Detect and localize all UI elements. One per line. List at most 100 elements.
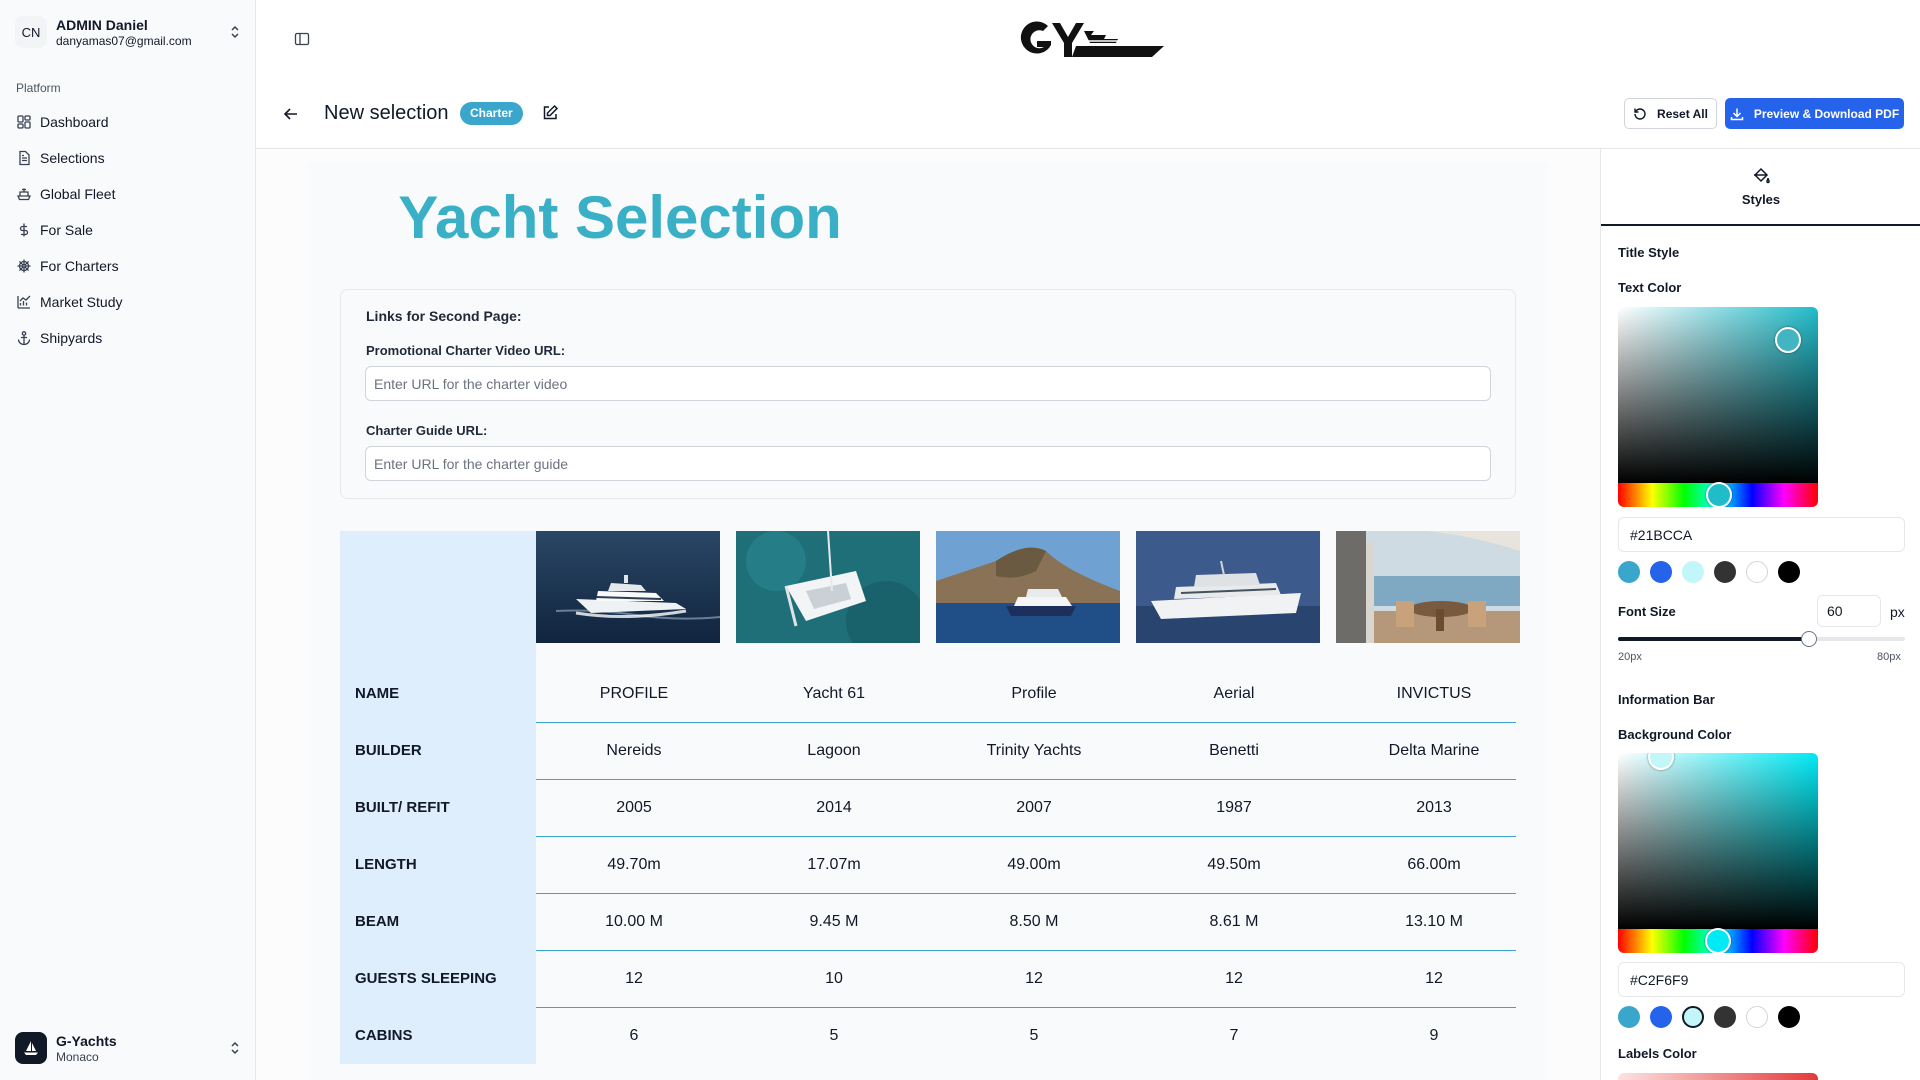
table-cell: 8.61 M <box>1209 913 1259 930</box>
superyacht-coast-photo <box>936 531 1120 643</box>
row-label: BUILDER <box>355 742 422 759</box>
row-label: BUILT/ REFIT <box>355 799 450 816</box>
table-cell: 17.07m <box>807 856 861 873</box>
section-label: Platform <box>16 81 61 95</box>
row-label: GUESTS SLEEPING <box>355 970 497 987</box>
background-color-hex-input[interactable] <box>1618 962 1905 997</box>
font-size-slider[interactable] <box>1618 631 1905 647</box>
color-swatch[interactable] <box>1714 561 1736 583</box>
font-size-slider-fill <box>1618 637 1809 641</box>
color-swatch[interactable] <box>1618 1006 1640 1028</box>
color-swatch[interactable] <box>1778 1006 1800 1028</box>
download-icon <box>1730 108 1744 120</box>
table-cell: Nereids <box>606 742 662 759</box>
tab-styles[interactable]: Styles <box>1601 149 1920 226</box>
table-cell: 2014 <box>816 799 852 816</box>
color-swatch[interactable] <box>1650 561 1672 583</box>
yacht-photo <box>936 531 1120 643</box>
saturation-area[interactable] <box>1618 753 1818 929</box>
row-divider <box>536 893 1516 894</box>
user-name: ADMIN Daniel <box>56 16 148 33</box>
sidebar: CN ADMIN Daniel danyamas07@gmail.com Pla… <box>0 0 256 1080</box>
back-arrow-icon[interactable] <box>282 105 300 123</box>
yacht-photo <box>1136 531 1320 643</box>
chart-icon <box>17 295 31 309</box>
chevrons-up-down-icon <box>231 25 239 39</box>
sidebar-item-market-study[interactable]: Market Study <box>8 284 248 320</box>
background-color-picker[interactable] <box>1618 753 1818 953</box>
guide-url-input[interactable] <box>365 446 1491 481</box>
row-label: NAME <box>355 685 400 702</box>
sidebar-toggle-icon[interactable] <box>294 31 310 47</box>
table-cell: 12 <box>1425 970 1443 987</box>
helm-icon <box>17 259 31 273</box>
table-cell: Yacht 61 <box>803 685 865 702</box>
hue-handle[interactable] <box>1705 928 1731 953</box>
table-cell: 12 <box>1225 970 1243 987</box>
preview-download-pdf-button[interactable]: Preview & Download PDF <box>1725 98 1904 129</box>
font-size-input[interactable] <box>1817 595 1881 627</box>
sailboat-icon <box>24 1041 38 1055</box>
video-url-input[interactable] <box>365 366 1491 401</box>
sidebar-item-label: Selections <box>40 150 105 166</box>
styles-panel: Styles Title Style Text Color Font Size … <box>1600 149 1920 1080</box>
color-swatch[interactable] <box>1618 561 1640 583</box>
title-style-heading: Title Style <box>1618 245 1680 260</box>
sidebar-item-label: For Charters <box>40 258 119 274</box>
table-cell: 49.00m <box>1007 856 1061 873</box>
table-cell: 1987 <box>1216 799 1252 816</box>
page-title: New selection <box>324 102 449 124</box>
table-cell: 5 <box>1029 1027 1039 1044</box>
yacht-photo <box>536 531 720 643</box>
reset-all-button[interactable]: Reset All <box>1624 98 1717 129</box>
table-cell: 8.50 M <box>1009 913 1059 930</box>
color-swatch[interactable] <box>1682 1006 1704 1028</box>
video-url-label: Promotional Charter Video URL: <box>366 343 566 358</box>
labels-color-picker[interactable] <box>1618 1073 1818 1080</box>
saturation-handle[interactable] <box>1775 327 1801 353</box>
reset-icon <box>1634 107 1646 120</box>
table-cell: 12 <box>625 970 643 987</box>
table-cell: 66.00m <box>1407 856 1461 873</box>
sidebar-item-label: Market Study <box>40 294 123 310</box>
text-color-hex-input[interactable] <box>1618 517 1905 552</box>
table-cell: 2007 <box>1016 799 1052 816</box>
table-cell: 12 <box>1025 970 1043 987</box>
font-size-min: 20px <box>1618 651 1642 663</box>
color-swatch[interactable] <box>1682 561 1704 583</box>
sidebar-item-selections[interactable]: Selections <box>8 140 248 176</box>
color-swatch[interactable] <box>1746 561 1768 583</box>
table-cell: 49.70m <box>607 856 661 873</box>
table-cell: 13.10 M <box>1405 913 1463 930</box>
org-name: G-Yachts <box>56 1032 117 1049</box>
hue-handle[interactable] <box>1706 482 1732 507</box>
text-color-picker[interactable] <box>1618 307 1818 507</box>
color-swatch[interactable] <box>1650 1006 1672 1028</box>
sidebar-item-dashboard[interactable]: Dashboard <box>8 104 248 140</box>
sidebar-item-shipyards[interactable]: Shipyards <box>8 320 248 356</box>
table-cell: Benetti <box>1209 742 1259 759</box>
row-divider <box>536 779 1516 780</box>
tab-label: Styles <box>1741 192 1781 207</box>
background-color-label: Background Color <box>1618 727 1732 742</box>
color-swatch[interactable] <box>1714 1006 1736 1028</box>
chevrons-up-down-icon <box>231 1041 239 1055</box>
paint-bucket-icon <box>1753 167 1770 184</box>
sidebar-item-for-charters[interactable]: For Charters <box>8 248 248 284</box>
user-switcher[interactable]: CN ADMIN Daniel danyamas07@gmail.com <box>15 14 243 50</box>
row-label: LENGTH <box>355 856 417 873</box>
color-swatch[interactable] <box>1778 561 1800 583</box>
links-heading: Links for Second Page: <box>366 308 522 324</box>
font-size-slider-thumb[interactable] <box>1801 631 1817 647</box>
labels-color-label: Labels Color <box>1618 1046 1697 1061</box>
table-cell: Delta Marine <box>1388 742 1480 759</box>
table-cell: 6 <box>629 1027 639 1044</box>
color-swatch[interactable] <box>1746 1006 1768 1028</box>
edit-icon[interactable] <box>541 104 559 122</box>
table-cell: 49.50m <box>1207 856 1261 873</box>
yacht-photo <box>1336 531 1520 643</box>
document-title[interactable]: Yacht Selection <box>0 183 1240 252</box>
table-cell: INVICTUS <box>1396 685 1472 702</box>
dashboard-icon <box>17 115 31 129</box>
org-switcher[interactable]: G-Yachts Monaco <box>15 1030 243 1066</box>
